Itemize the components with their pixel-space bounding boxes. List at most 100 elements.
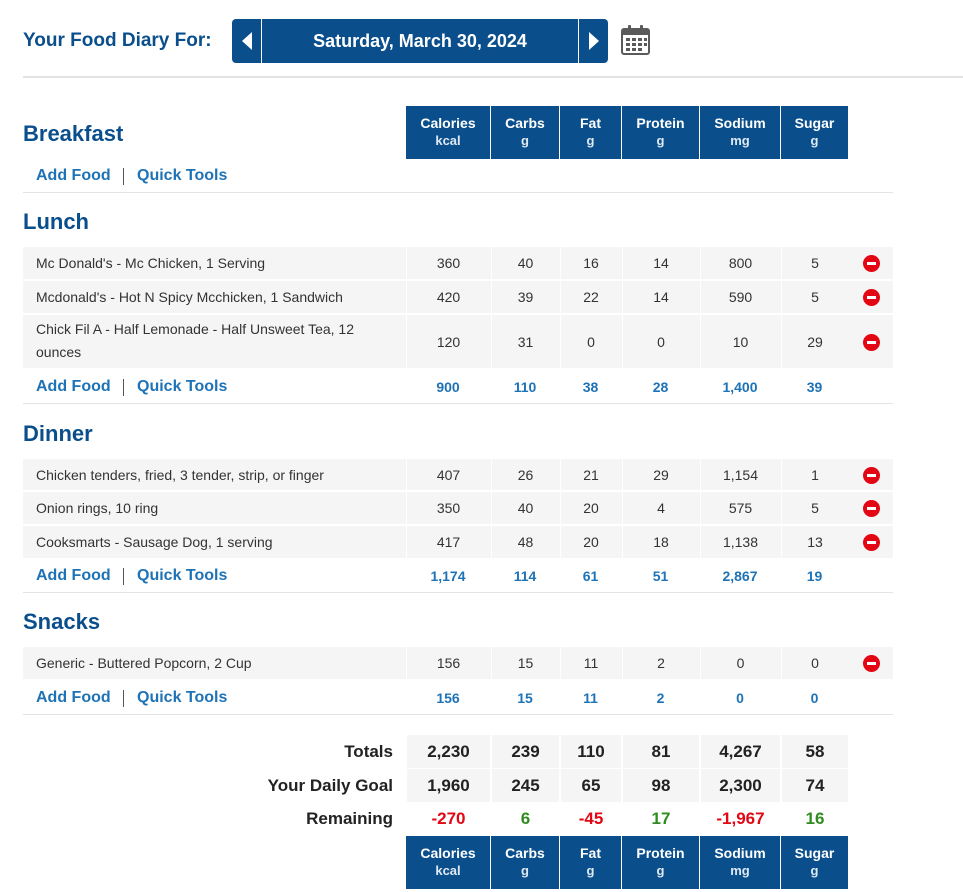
nutrient-value-sugar: 5: [781, 492, 848, 524]
nutrient-value-protein: 2: [622, 647, 699, 679]
nutrient-value-protein: 4: [622, 492, 699, 524]
food-entry-name[interactable]: Chick Fil A - Half Lemonade - Half Unswe…: [36, 318, 396, 364]
meal-total-sodium: 0: [736, 690, 744, 706]
remove-entry-icon[interactable]: [863, 655, 880, 672]
meal-total-carbs: 114: [513, 568, 537, 584]
nutrient-value-sodium: 1,138: [700, 526, 780, 558]
summary-label-totals: Totals: [344, 742, 393, 761]
column-label: Calories: [420, 115, 476, 131]
column-unit: g: [810, 863, 819, 878]
add-food-link[interactable]: Add Food: [36, 689, 111, 707]
summary-totals-calories: 2,230: [406, 735, 490, 768]
summary-totals-fat: 110: [560, 735, 621, 768]
add-food-link[interactable]: Add Food: [36, 378, 111, 396]
column-header-fat: Fat g: [560, 106, 621, 159]
summary-remaining-sugar: 16: [781, 802, 848, 835]
quick-tools-link[interactable]: Quick Tools: [137, 689, 227, 707]
summary-totals-sugar: 58: [781, 735, 848, 768]
meal-total-protein: 2: [656, 690, 665, 706]
meal-title-dinner: Dinner: [23, 421, 93, 446]
nutrient-value-sodium: 10: [700, 315, 780, 368]
meal-tools-dinner: Add Food Quick Tools 1,174 114 61 51 2,867 19: [23, 559, 893, 593]
nutrient-value-protein: 29: [622, 459, 699, 490]
column-label: Sodium: [714, 115, 766, 131]
meal-tools-lunch: Add Food Quick Tools 900 110 38 28 1,400 39: [23, 370, 893, 404]
column-header-protein: Protein g: [622, 836, 699, 889]
meal-total-fat: 61: [582, 568, 599, 584]
nutrient-value-calories: 156: [406, 647, 490, 679]
summary-goal-sodium: 2,300: [700, 769, 780, 802]
food-entry-name[interactable]: Cooksmarts - Sausage Dog, 1 serving: [36, 531, 406, 554]
meal-total-carbs: 110: [513, 379, 537, 395]
quick-tools-link[interactable]: Quick Tools: [137, 378, 227, 396]
food-entry-name[interactable]: Generic - Buttered Popcorn, 2 Cup: [36, 652, 406, 675]
summary-totals-protein: 81: [622, 735, 699, 768]
column-unit: g: [656, 133, 665, 148]
next-day-button[interactable]: [578, 19, 608, 63]
prev-day-button[interactable]: [232, 19, 262, 63]
column-header-sugar: Sugar g: [781, 836, 848, 889]
remove-entry-icon[interactable]: [863, 255, 880, 272]
nutrient-value-fat: 0: [560, 315, 621, 368]
nutrient-value-calories: 417: [406, 526, 490, 558]
meal-total-calories: 156: [436, 690, 460, 706]
food-entry-name[interactable]: Mcdonald's - Hot N Spicy Mcchicken, 1 Sa…: [36, 286, 406, 309]
nutrient-value-fat: 20: [560, 526, 621, 558]
food-entry-row[interactable]: Mc Donald's - Mc Chicken, 1 Serving 360 40…: [23, 247, 893, 280]
summary-remaining-sodium: -1,967: [700, 802, 780, 835]
food-entry-row[interactable]: Cooksmarts - Sausage Dog, 1 serving 417 48…: [23, 526, 893, 559]
food-entry-name[interactable]: Onion rings, 10 ring: [36, 497, 406, 520]
nutrient-value-protein: 18: [622, 526, 699, 558]
column-header-sodium: Sodium mg: [700, 106, 780, 159]
meal-title-lunch: Lunch: [23, 209, 89, 234]
remove-entry-icon[interactable]: [863, 534, 880, 551]
column-header-sugar: Sugar g: [781, 106, 848, 159]
summary-remaining-calories: -270: [406, 802, 490, 835]
nutrient-value-sodium: 0: [700, 647, 780, 679]
column-label: Fat: [580, 115, 601, 131]
summary-remaining-carbs: 6: [491, 802, 559, 835]
column-header-calories: Calories kcal: [406, 106, 490, 159]
chevron-left-icon: [241, 32, 252, 50]
column-header-sodium: Sodium mg: [700, 836, 780, 889]
summary-goal-sugar: 74: [781, 769, 848, 802]
food-entry-row[interactable]: Onion rings, 10 ring 350 40 20 4 575 5: [23, 492, 893, 525]
nutrient-value-calories: 407: [406, 459, 490, 490]
add-food-link[interactable]: Add Food: [36, 567, 111, 585]
remove-entry-icon[interactable]: [863, 466, 880, 484]
column-unit: g: [521, 133, 529, 148]
remove-entry-icon[interactable]: [863, 500, 880, 517]
nutrient-value-calories: 350: [406, 492, 490, 524]
nutrient-value-sugar: 5: [781, 281, 848, 313]
summary-goal-fat: 65: [560, 769, 621, 802]
food-entry-row[interactable]: Mcdonald's - Hot N Spicy Mcchicken, 1 Sa…: [23, 281, 893, 314]
food-entry-row[interactable]: Chicken tenders, fried, 3 tender, strip,…: [23, 459, 893, 491]
nutrient-value-calories: 120: [406, 315, 490, 368]
nutrient-value-sugar: 1: [781, 459, 848, 490]
food-entry-row[interactable]: Chick Fil A - Half Lemonade - Half Unswe…: [23, 315, 893, 369]
column-unit: g: [586, 863, 595, 878]
food-entry-name[interactable]: Mc Donald's - Mc Chicken, 1 Serving: [36, 252, 406, 275]
nutrient-value-fat: 11: [560, 647, 621, 679]
meal-total-sodium: 1,400: [722, 379, 758, 395]
quick-tools-link[interactable]: Quick Tools: [137, 567, 227, 585]
meal-total-sugar: 19: [806, 568, 823, 584]
nutrient-value-sodium: 800: [700, 247, 780, 279]
meal-title-snacks: Snacks: [23, 609, 101, 634]
quick-tools-link[interactable]: Quick Tools: [137, 167, 227, 185]
add-food-link[interactable]: Add Food: [36, 167, 111, 185]
column-header-protein: Protein g: [622, 106, 699, 159]
column-unit: mg: [730, 133, 750, 148]
food-entry-name[interactable]: Chicken tenders, fried, 3 tender, strip,…: [36, 464, 406, 487]
calendar-icon[interactable]: [621, 25, 650, 55]
meal-total-sodium: 2,867: [722, 568, 758, 584]
nutrient-value-calories: 360: [406, 247, 490, 279]
food-entry-row[interactable]: Generic - Buttered Popcorn, 2 Cup 156 15 11…: [23, 647, 893, 680]
summary-remaining-protein: 17: [622, 802, 699, 835]
remove-entry-icon[interactable]: [863, 333, 880, 351]
meal-total-sugar: 0: [810, 690, 819, 706]
summary-goal-protein: 98: [622, 769, 699, 802]
summary-totals-carbs: 239: [491, 735, 559, 768]
current-date[interactable]: Saturday, March 30, 2024: [262, 19, 578, 63]
remove-entry-icon[interactable]: [863, 289, 880, 306]
